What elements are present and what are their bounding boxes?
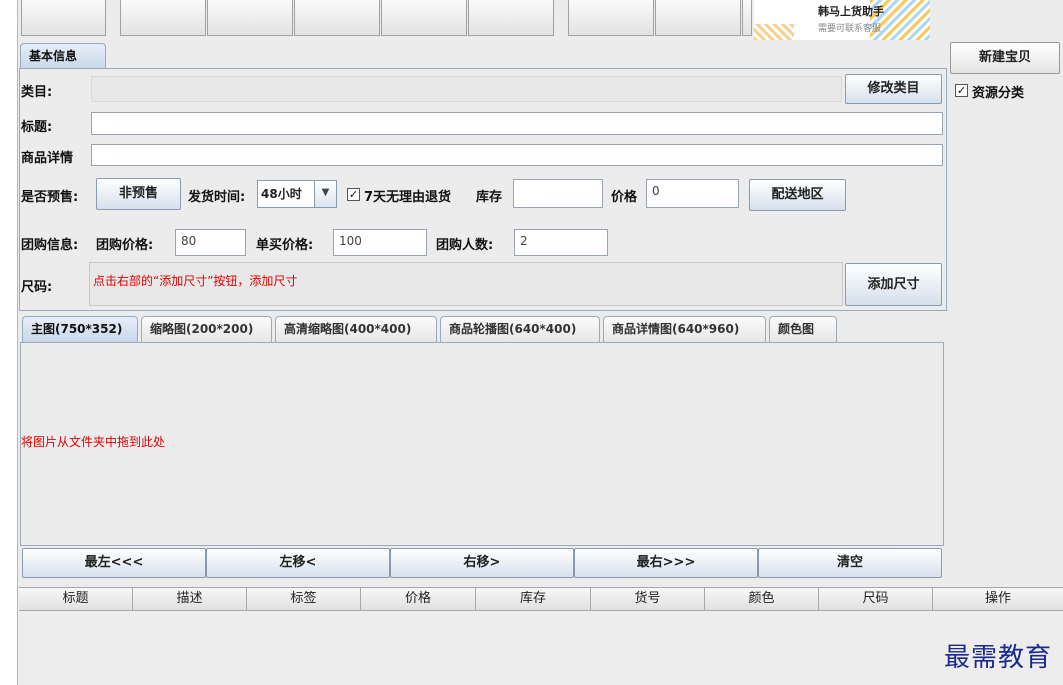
add-size-button[interactable]: 添加尺寸: [845, 263, 942, 306]
tab-color-image[interactable]: 颜色图: [769, 316, 837, 342]
toolbar-button-4[interactable]: [294, 0, 380, 36]
banner-subtitle: 需要可联系客服: [818, 24, 882, 34]
column-header-stock[interactable]: 库存: [476, 587, 591, 611]
tab-basic-info[interactable]: 基本信息: [20, 43, 106, 69]
category-label: 类目:: [21, 85, 53, 100]
category-field: [91, 76, 842, 102]
resource-category-label: 资源分类: [972, 86, 1025, 101]
move-rightmost-button[interactable]: 最右>>>: [574, 548, 758, 578]
new-item-button[interactable]: 新建宝贝: [950, 42, 1060, 74]
return-label: 7天无理由退货: [364, 190, 452, 205]
price-input[interactable]: 0: [646, 179, 739, 208]
price-label: 价格: [611, 190, 638, 205]
drop-hint: 将图片从文件夹中拖到此处: [21, 435, 166, 449]
column-header-description[interactable]: 描述: [133, 587, 247, 611]
stock-input[interactable]: [513, 179, 603, 208]
single-price-input[interactable]: 100: [333, 229, 427, 256]
clear-button[interactable]: 清空: [758, 548, 942, 578]
stock-label: 库存: [476, 190, 503, 205]
ship-time-select[interactable]: 48小时 ▼: [257, 180, 337, 208]
tab-carousel[interactable]: 商品轮播图(640*400): [440, 316, 600, 342]
move-right-button[interactable]: 右移>: [390, 548, 574, 578]
toolbar-button-2[interactable]: [120, 0, 206, 36]
table-body[interactable]: [19, 611, 1063, 685]
modify-category-button[interactable]: 修改类目: [845, 74, 942, 104]
toolbar-button-7[interactable]: [568, 0, 654, 36]
dropdown-arrow-icon[interactable]: ▼: [314, 181, 336, 207]
column-header-sku[interactable]: 货号: [591, 587, 705, 611]
toolbar-button-1[interactable]: [21, 0, 106, 36]
toolbar-button-5[interactable]: [381, 0, 467, 36]
presale-label: 是否预售:: [21, 190, 79, 205]
move-leftmost-button[interactable]: 最左<<<: [22, 548, 206, 578]
title-input[interactable]: [91, 112, 943, 135]
column-header-color[interactable]: 颜色: [705, 587, 819, 611]
tab-thumbnail[interactable]: 缩略图(200*200): [141, 316, 272, 342]
size-label: 尺码:: [21, 280, 53, 295]
watermark: 最需教育: [944, 643, 1053, 673]
column-header-size[interactable]: 尺码: [819, 587, 933, 611]
ad-banner[interactable]: 韩马上货助手 需要可联系客服: [754, 0, 930, 40]
resource-category-checkbox[interactable]: ✓: [955, 84, 968, 97]
column-header-tags[interactable]: 标签: [247, 587, 361, 611]
toolbar-button-8[interactable]: [655, 0, 741, 36]
tab-main-image[interactable]: 主图(750*352): [22, 316, 138, 342]
toolbar-button-9[interactable]: [742, 0, 752, 36]
size-hint: 点击右部的“添加尺寸”按钮，添加尺寸: [93, 274, 298, 288]
ship-time-value: 48小时: [261, 187, 302, 201]
column-header-title[interactable]: 标题: [19, 587, 133, 611]
group-price-input[interactable]: 80: [175, 229, 246, 256]
return-checkbox[interactable]: ✓: [347, 188, 360, 201]
group-count-input[interactable]: 2: [514, 229, 608, 256]
column-header-actions[interactable]: 操作: [933, 587, 1063, 611]
move-left-button[interactable]: 左移<: [206, 548, 390, 578]
group-price-label: 团购价格:: [96, 238, 154, 253]
detail-label: 商品详情: [21, 151, 74, 166]
banner-title: 韩马上货助手: [818, 5, 884, 18]
delivery-area-button[interactable]: 配送地区: [749, 179, 846, 211]
single-price-label: 单买价格:: [256, 238, 314, 253]
presale-button[interactable]: 非预售: [96, 178, 181, 210]
column-header-price[interactable]: 价格: [361, 587, 476, 611]
detail-input[interactable]: [91, 144, 943, 166]
tab-detail-image[interactable]: 商品详情图(640*960): [603, 316, 766, 342]
toolbar-button-6[interactable]: [468, 0, 554, 36]
group-count-label: 团购人数:: [436, 238, 494, 253]
ship-time-label: 发货时间:: [188, 190, 246, 205]
group-info-label: 团购信息:: [21, 238, 79, 253]
banner-decoration: [754, 24, 794, 40]
title-label: 标题:: [21, 120, 53, 135]
toolbar-button-3[interactable]: [207, 0, 293, 36]
tab-hd-thumbnail[interactable]: 高清缩略图(400*400): [275, 316, 437, 342]
